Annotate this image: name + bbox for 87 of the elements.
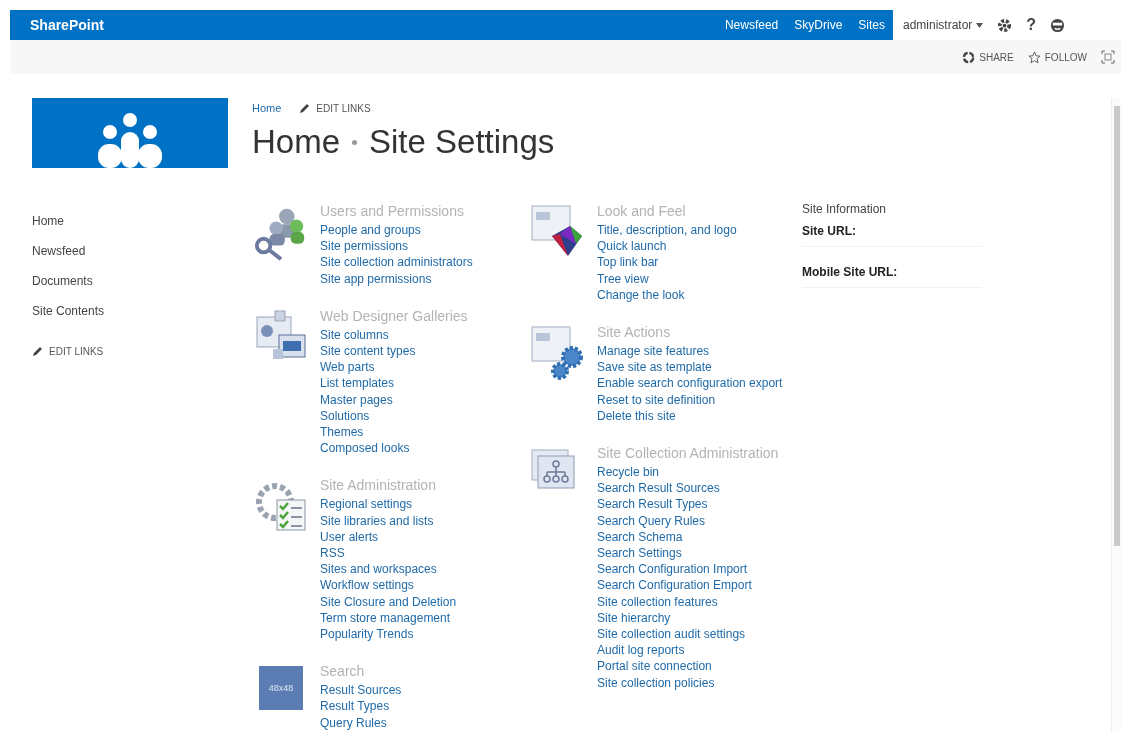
settings-link[interactable]: Term store management — [320, 609, 508, 627]
info-heading: Site Information — [802, 202, 888, 216]
settings-link[interactable]: Quick launch — [597, 238, 785, 255]
nav-link[interactable]: Site Contents — [32, 296, 226, 326]
settings-link[interactable]: Tree view — [597, 270, 785, 287]
settings-link[interactable]: Sites and workspaces — [320, 561, 508, 578]
settings-link[interactable]: Search Result Sources — [597, 480, 785, 497]
settings-link[interactable]: Portal site connection — [597, 658, 785, 675]
settings-link[interactable]: Site collection features — [597, 593, 785, 610]
settings-link[interactable]: Delete this site — [597, 407, 785, 425]
settings-link[interactable]: List templates — [320, 375, 508, 392]
caret-icon — [976, 22, 984, 28]
settings-link[interactable]: Search Configuration Emport — [597, 577, 785, 594]
share-icon — [962, 50, 976, 64]
settings-link[interactable]: Site permissions — [320, 238, 508, 255]
settings-link[interactable]: Site app permissions — [320, 270, 508, 287]
section-heading: Search — [320, 662, 366, 681]
settings-link[interactable]: Site content types — [320, 343, 508, 360]
settings-link[interactable]: Search Configuration Import — [597, 561, 785, 578]
settings-link[interactable]: Manage site features — [597, 343, 785, 360]
gears-window-icon — [530, 325, 586, 381]
separator-icon — [352, 139, 358, 145]
section-heading: Look and Feel — [597, 202, 687, 220]
pencil-icon — [32, 346, 43, 357]
settings-link[interactable]: Site collection policies — [597, 674, 785, 691]
settings-link[interactable]: Regional settings — [320, 496, 508, 513]
settings-icon[interactable] — [997, 17, 1013, 33]
settings-link[interactable]: Master pages — [320, 391, 508, 408]
nav-link[interactable]: Documents — [32, 266, 226, 296]
section-heading: Site Administration — [320, 476, 437, 495]
suite-link[interactable]: Sites — [850, 18, 893, 32]
settings-link[interactable]: Result Sources — [320, 682, 508, 699]
page-title-parent[interactable]: Home — [252, 123, 341, 161]
settings-link[interactable]: Search Result Types — [597, 496, 785, 513]
settings-link[interactable]: Site hierarchy — [597, 609, 785, 627]
scrollbar[interactable] — [1111, 98, 1121, 731]
settings-link[interactable]: Enable search configuration export — [597, 375, 785, 392]
page-title: Site Settings — [369, 123, 555, 161]
settings-link[interactable]: Composed looks — [320, 440, 508, 457]
share-button[interactable]: SHARE — [962, 50, 1014, 64]
nav-link[interactable]: Home — [32, 206, 226, 236]
settings-link[interactable]: Search Query Rules — [597, 512, 785, 529]
brand-name[interactable]: SharePoint — [10, 17, 717, 33]
settings-link[interactable]: Recycle bin — [597, 464, 785, 481]
section-heading: Site Collection Administration — [597, 444, 780, 463]
settings-link[interactable]: Save site as template — [597, 359, 785, 376]
settings-link[interactable]: Web parts — [320, 359, 508, 376]
field-label: Site URL: — [802, 216, 982, 247]
settings-link[interactable]: Workflow settings — [320, 577, 508, 594]
image-size-label: 48x48 — [268, 683, 294, 694]
nav-link[interactable]: Newsfeed — [32, 236, 226, 266]
settings-link[interactable]: Themes — [320, 424, 508, 441]
edit-links-button[interactable]: EDIT LINKS — [299, 102, 371, 114]
site-logo[interactable] — [32, 98, 228, 168]
settings-link[interactable]: Search Schema — [597, 528, 785, 546]
smiley-icon[interactable] — [1050, 17, 1066, 33]
settings-link[interactable]: Solutions — [320, 407, 508, 425]
settings-link[interactable]: RSS — [320, 545, 508, 562]
settings-link[interactable]: Site collection audit settings — [597, 626, 785, 643]
settings-link[interactable]: Top link bar — [597, 254, 785, 271]
section-heading: Users and Permissions — [320, 202, 465, 220]
suite-link[interactable]: SkyDrive — [786, 18, 851, 32]
follow-button[interactable]: FOLLOW — [1027, 50, 1087, 64]
settings-link[interactable]: Title, description, and logo — [597, 222, 785, 239]
settings-link[interactable]: Query Rules — [320, 714, 508, 731]
settings-link[interactable]: Result Types — [320, 698, 508, 715]
suite-link[interactable]: Newsfeed — [716, 18, 787, 32]
breadcrumb-link[interactable]: Home — [252, 102, 282, 114]
user-menu[interactable]: administrator — [903, 18, 984, 32]
settings-link[interactable]: Search Settings — [597, 545, 785, 562]
settings-link[interactable]: Site libraries and lists — [320, 512, 508, 529]
pencil-icon — [299, 102, 311, 114]
help-button[interactable]: ? — [1026, 16, 1037, 34]
section-heading: Site Actions — [597, 323, 672, 341]
settings-link[interactable]: Site Closure and Deletion — [320, 593, 508, 610]
star-icon — [1027, 50, 1041, 64]
settings-link[interactable]: Change the look — [597, 286, 785, 303]
settings-link[interactable]: People and groups — [320, 222, 508, 239]
settings-link[interactable]: Site columns — [320, 326, 508, 343]
settings-link[interactable]: Popularity Trends — [320, 626, 508, 643]
edit-links-button[interactable]: EDIT LINKS — [32, 346, 226, 357]
field-label: Mobile Site URL: — [802, 257, 982, 288]
settings-link[interactable]: Audit log reports — [597, 642, 785, 659]
settings-link[interactable]: Reset to site definition — [597, 391, 785, 408]
settings-link[interactable]: User alerts — [320, 528, 508, 546]
settings-link[interactable]: Site collection administrators — [320, 254, 508, 271]
section-heading: Web Designer Galleries — [320, 306, 469, 325]
